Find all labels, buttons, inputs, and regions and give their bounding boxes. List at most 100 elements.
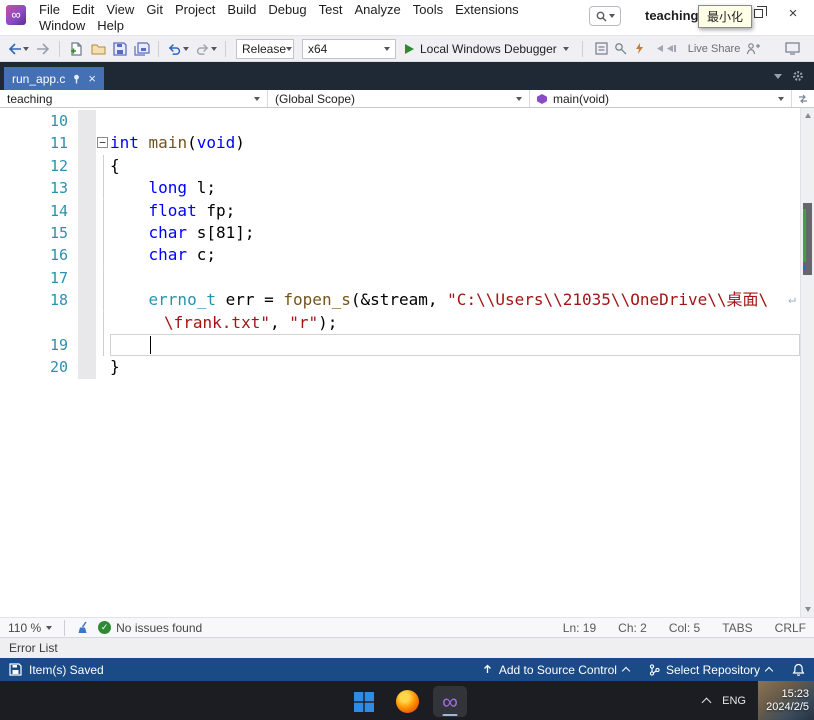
tab-list-dropdown-icon[interactable] [774, 73, 782, 79]
fold-collapse-icon[interactable]: − [97, 137, 108, 149]
menu-analyze[interactable]: Analyze [348, 2, 406, 18]
indentation-indicator[interactable]: TABS [722, 621, 752, 635]
menu-edit[interactable]: Edit [66, 2, 100, 18]
menu-extensions[interactable]: Extensions [449, 2, 525, 18]
screen-share-button[interactable] [782, 38, 802, 60]
scope-dropdown[interactable]: (Global Scope) [268, 90, 530, 107]
redo-button[interactable] [193, 38, 219, 60]
error-list-panel-header[interactable]: Error List [0, 637, 814, 658]
taskbar-firefox-button[interactable] [390, 686, 424, 717]
code-text[interactable]: } [110, 356, 800, 378]
new-file-button[interactable] [66, 38, 86, 60]
taskbar-visual-studio-button[interactable]: ∞ [433, 686, 467, 717]
save-button[interactable] [110, 38, 130, 60]
breakpoint-margin[interactable] [78, 289, 96, 312]
pin-icon[interactable] [72, 74, 81, 84]
code-line[interactable]: 16 char c; [0, 244, 800, 267]
zoom-selector[interactable]: 110 % [8, 621, 53, 635]
breakpoint-margin[interactable] [78, 110, 96, 133]
code-line[interactable]: 20} [0, 356, 800, 379]
code-line[interactable]: 15 char s[81]; [0, 221, 800, 245]
character-indicator[interactable]: Ch: 2 [618, 621, 647, 635]
menu-view[interactable]: View [100, 2, 140, 18]
member-dropdown[interactable]: main(void) [530, 90, 792, 107]
select-repository-button[interactable]: Select Repository [649, 663, 774, 677]
find-in-files-icon[interactable] [614, 42, 627, 55]
live-share-icon[interactable] [746, 42, 761, 55]
scroll-down-icon[interactable] [804, 607, 811, 612]
breakpoint-margin[interactable] [78, 177, 96, 200]
live-share-label[interactable]: Live Share [688, 43, 741, 55]
line-ending-indicator[interactable]: CRLF [775, 621, 806, 635]
save-all-button[interactable] [132, 38, 152, 60]
breakpoint-margin[interactable] [78, 132, 96, 155]
project-dropdown[interactable]: teaching [0, 90, 268, 107]
open-file-button[interactable] [88, 38, 108, 60]
breakpoint-margin[interactable] [78, 244, 96, 267]
menu-help[interactable]: Help [91, 18, 130, 34]
code-text[interactable]: char s[81]; [110, 222, 800, 244]
configuration-combobox[interactable]: Release [236, 38, 294, 59]
hot-reload-icon[interactable] [633, 42, 646, 55]
start-debugging-button[interactable]: Local Windows Debugger [398, 38, 576, 60]
code-text[interactable] [110, 267, 800, 289]
breakpoint-margin[interactable] [78, 266, 96, 290]
breakpoint-margin[interactable] [78, 199, 96, 222]
code-line[interactable]: \frank.txt", "r"); [0, 311, 800, 334]
code-lines[interactable]: 10 11− int main(void) 12{13 long l; 14 float… [0, 110, 800, 617]
code-cleanup-icon[interactable] [77, 621, 90, 634]
undo-button[interactable] [165, 38, 191, 60]
code-text[interactable]: int main(void) [110, 132, 800, 154]
menu-test[interactable]: Test [313, 2, 349, 18]
navigate-back-button[interactable] [6, 38, 31, 60]
menu-project[interactable]: Project [169, 2, 221, 18]
code-line[interactable]: 13 long l; [0, 177, 800, 200]
line-indicator[interactable]: Ln: 19 [563, 621, 596, 635]
code-line[interactable]: 14 float fp; [0, 199, 800, 222]
code-text[interactable]: errno_t err = fopen_s(&stream, "C:\\User… [110, 289, 800, 311]
tab-options-gear-icon[interactable] [792, 70, 804, 82]
code-text[interactable]: \frank.txt", "r"); [110, 312, 800, 334]
breakpoint-margin[interactable] [78, 311, 96, 334]
clock-widget[interactable]: 15:23 2024/2/5 [758, 681, 814, 720]
menu-window[interactable]: Window [33, 18, 91, 34]
code-line[interactable]: 12 { [0, 154, 800, 178]
menu-git[interactable]: Git [140, 2, 169, 18]
start-button[interactable] [347, 686, 381, 717]
menu-build[interactable]: Build [221, 2, 262, 18]
code-line[interactable]: 17 [0, 266, 800, 290]
language-indicator[interactable]: ENG [722, 695, 746, 707]
navbar-split-button[interactable] [792, 90, 814, 107]
vertical-scrollbar[interactable] [800, 108, 814, 617]
close-button[interactable]: × [772, 0, 814, 27]
code-line[interactable]: 19 [0, 333, 800, 357]
document-health-indicator[interactable]: ✓ No issues found [98, 621, 202, 635]
solution-explorer-sync-icon[interactable] [595, 42, 608, 55]
code-line[interactable]: 11 − int main(void) [0, 132, 800, 155]
menu-debug[interactable]: Debug [262, 2, 312, 18]
platform-combobox[interactable]: x64 [302, 38, 396, 59]
menu-file[interactable]: File [33, 2, 66, 18]
scroll-up-icon[interactable] [804, 113, 811, 118]
code-editor[interactable]: 10 11− int main(void) 12{13 long l; 14 float… [0, 108, 814, 617]
code-text[interactable]: { [110, 155, 800, 177]
tab-close-icon[interactable]: × [88, 72, 96, 85]
code-text[interactable] [110, 110, 800, 132]
code-text[interactable] [110, 333, 800, 357]
breakpoint-margin[interactable] [78, 221, 96, 245]
step-icons[interactable] [652, 42, 678, 55]
breakpoint-margin[interactable] [78, 154, 96, 178]
code-line[interactable]: 18 errno_t err = fopen_s(&stream, "C:\\U… [0, 289, 800, 312]
breakpoint-margin[interactable] [78, 333, 96, 357]
code-text[interactable]: long l; [110, 177, 800, 199]
search-box[interactable] [589, 6, 621, 26]
tab-run-app-c[interactable]: run_app.c × [4, 67, 104, 90]
add-to-source-control-button[interactable]: Add to Source Control [482, 663, 631, 677]
breakpoint-margin[interactable] [78, 356, 96, 379]
column-indicator[interactable]: Col: 5 [669, 621, 700, 635]
menu-tools[interactable]: Tools [407, 2, 449, 18]
code-line[interactable]: 10 [0, 110, 800, 133]
hidden-icons-chevron-icon[interactable] [701, 697, 712, 708]
code-text[interactable]: float fp; [110, 200, 800, 222]
navigate-forward-button[interactable] [33, 38, 53, 60]
